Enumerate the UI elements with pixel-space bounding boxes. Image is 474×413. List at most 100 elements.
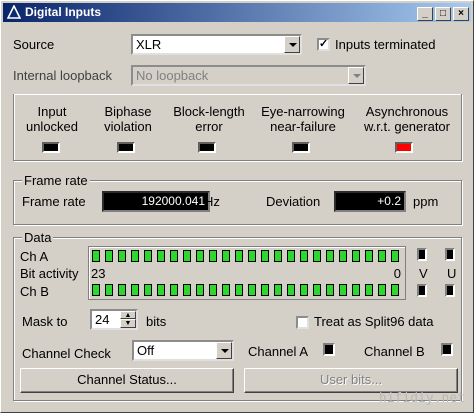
bit-led — [365, 250, 373, 262]
frame-rate-group-title: Frame rate — [22, 173, 90, 188]
u-led-a — [445, 248, 455, 261]
status-line1: Asynchronous — [365, 104, 449, 119]
bit-led — [313, 284, 321, 296]
title-bar: Digital Inputs _ □ × — [3, 3, 471, 22]
bit-low-label: 0 — [393, 266, 401, 281]
bit-led — [274, 284, 282, 296]
close-button[interactable]: × — [453, 7, 469, 21]
split96-checkbox[interactable] — [296, 316, 309, 329]
status-panel: Input unlocked Biphase violation Block-l… — [13, 94, 462, 161]
chevron-down-icon[interactable] — [284, 36, 300, 53]
inputs-terminated-checkbox[interactable]: ✓ — [317, 38, 330, 51]
mask-spinner[interactable]: ▲ ▼ — [120, 311, 136, 328]
block-length-led — [198, 142, 216, 153]
bit-led — [391, 284, 399, 296]
bit-led — [235, 284, 243, 296]
ch-a-label: Ch A — [20, 249, 49, 264]
frame-rate-display: 192000.041 — [102, 191, 210, 212]
bit-activity-panel: 23 0 — [88, 246, 406, 300]
frame-rate-group: Frame rate Frame rate 192000.041 Hz Devi… — [13, 173, 462, 225]
status-line2: unlocked — [25, 119, 79, 134]
bit-high-label: 23 — [91, 266, 106, 281]
bit-led — [378, 250, 386, 262]
app-triangle-icon — [7, 5, 21, 19]
minimize-button[interactable]: _ — [417, 7, 433, 21]
input-unlocked-led — [42, 142, 60, 153]
chevron-down-icon[interactable] — [348, 67, 364, 84]
v-led-b — [417, 284, 427, 297]
bit-led — [274, 250, 282, 262]
bit-led — [105, 250, 113, 262]
ch-b-label: Ch B — [20, 284, 49, 299]
bit-led — [92, 250, 100, 262]
channel-b-label: Channel B — [364, 344, 425, 359]
data-group-title: Data — [22, 230, 54, 245]
status-line2: error — [195, 119, 223, 134]
status-line2: w.r.t. generator — [364, 119, 450, 134]
status-line1: Block-length — [173, 104, 245, 119]
mask-input[interactable]: 24 ▲ ▼ — [90, 309, 138, 330]
digital-inputs-window: Digital Inputs _ □ × Source XLR ✓ Inputs… — [0, 0, 474, 413]
bit-led — [300, 284, 308, 296]
bit-led — [339, 284, 347, 296]
bit-led — [261, 284, 269, 296]
channel-status-button[interactable]: Channel Status... — [20, 368, 234, 393]
spin-down-icon[interactable]: ▼ — [120, 319, 136, 328]
loopback-select[interactable]: No loopback — [131, 65, 366, 86]
bit-led — [391, 250, 399, 262]
u-label: U — [447, 266, 457, 281]
spin-up-icon[interactable]: ▲ — [120, 311, 136, 319]
status-asynchronous: Asynchronous w.r.t. generator — [352, 104, 462, 134]
bit-activity-label: Bit activity — [20, 266, 79, 281]
status-biphase: Biphase violation — [96, 104, 160, 134]
bit-led — [248, 284, 256, 296]
user-bits-button[interactable]: User bits... — [244, 368, 458, 393]
eye-narrowing-led — [292, 142, 310, 153]
bit-led — [326, 284, 334, 296]
bit-led — [196, 284, 204, 296]
chevron-down-icon[interactable] — [216, 342, 232, 359]
window-title: Digital Inputs — [25, 5, 101, 19]
mask-value: 24 — [95, 312, 110, 327]
bit-led — [131, 250, 139, 262]
bit-led — [313, 250, 321, 262]
frame-rate-label: Frame rate — [22, 194, 86, 209]
bit-led — [170, 250, 178, 262]
channel-b-led — [441, 343, 453, 356]
status-line1: Biphase — [104, 104, 152, 119]
watermark: hifidiy.net — [378, 391, 465, 406]
source-select[interactable]: XLR — [131, 34, 302, 55]
bit-led — [352, 250, 360, 262]
loopback-value: No loopback — [136, 68, 209, 83]
bit-led — [300, 250, 308, 262]
bit-led — [378, 284, 386, 296]
asynchronous-led — [395, 142, 413, 153]
maximize-button[interactable]: □ — [435, 7, 451, 21]
bit-led — [352, 284, 360, 296]
channel-check-select[interactable]: Off — [132, 340, 234, 361]
bit-led — [287, 284, 295, 296]
bit-led — [157, 250, 165, 262]
bit-led — [287, 250, 295, 262]
bit-led — [170, 284, 178, 296]
bit-led — [339, 250, 347, 262]
source-label: Source — [13, 37, 55, 52]
status-line2: near-failure — [270, 119, 336, 134]
bit-led — [261, 250, 269, 262]
bit-led — [222, 284, 230, 296]
status-line1: Eye-narrowing — [261, 104, 345, 119]
bit-led — [118, 284, 126, 296]
inputs-terminated-label: Inputs terminated — [335, 37, 436, 52]
bit-led — [235, 250, 243, 262]
bit-led — [144, 284, 152, 296]
channel-check-label: Channel Check — [22, 346, 111, 361]
bit-led — [365, 284, 373, 296]
status-line2: violation — [104, 119, 152, 134]
bit-led — [144, 250, 152, 262]
frame-rate-unit: Hz — [204, 194, 220, 209]
bit-led — [209, 284, 217, 296]
u-led-b — [445, 284, 455, 297]
channel-a-led — [323, 343, 335, 356]
status-line1: Input — [37, 104, 67, 119]
mask-unit: bits — [146, 314, 167, 329]
